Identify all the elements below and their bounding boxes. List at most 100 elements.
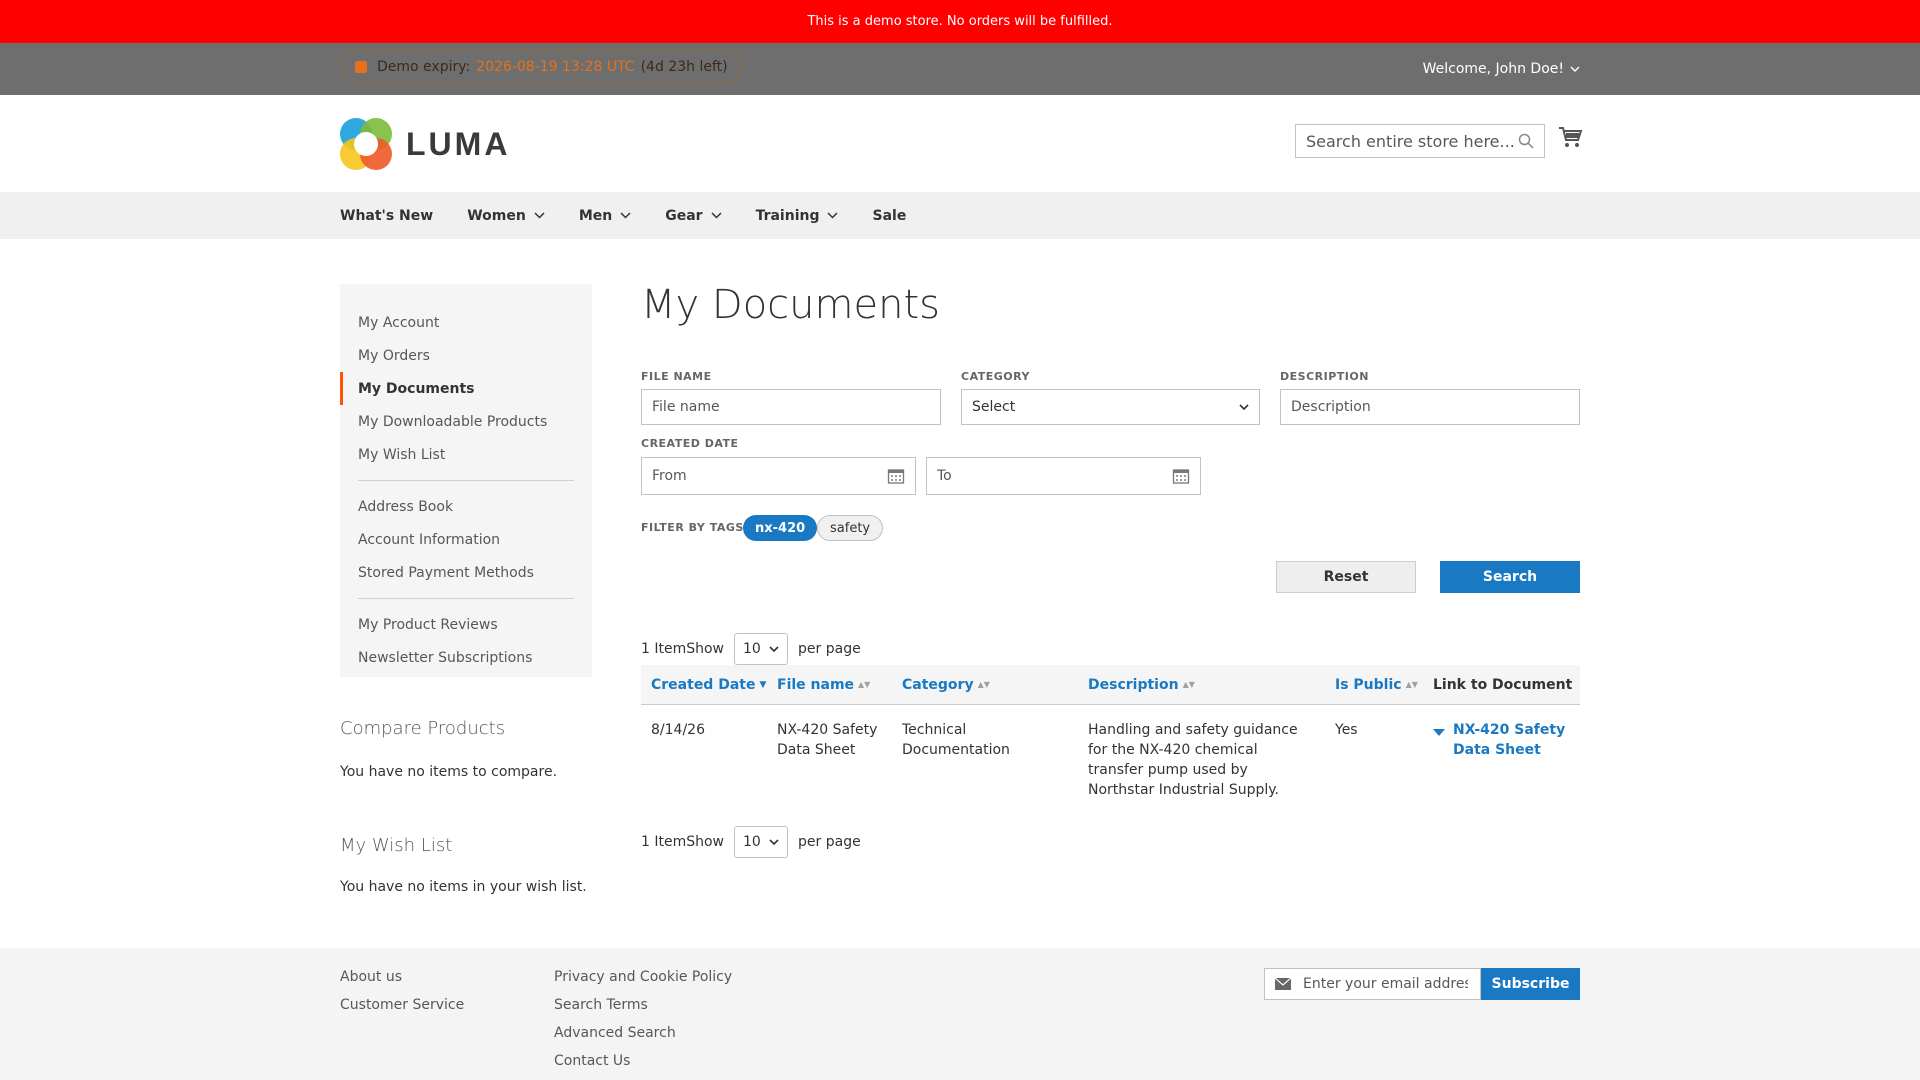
footer-link-contact-us[interactable]: Contact Us [554,1053,630,1069]
tag-nx-420[interactable]: nx-420 [743,515,818,541]
site-header: LUMA [0,95,1920,192]
column-header-is-public[interactable]: Is Public ▲▼ [1325,677,1423,693]
file-name-input[interactable] [652,399,930,415]
column-header-file-name[interactable]: File name ▲▼ [767,677,892,693]
expiry-square-icon [355,61,367,73]
date-from-input[interactable] [652,468,887,484]
luma-logo-icon [340,118,392,170]
table-body: 8/14/26 NX-420 Safety Data Sheet Technical… [641,705,1580,800]
description-label: DESCRIPTION [1280,370,1369,383]
cell-created-date: 8/14/26 [651,722,705,738]
sort-icon: ▲▼ [858,680,871,689]
tag-safety[interactable]: safety [817,515,884,541]
column-header-category[interactable]: Category ▲▼ [892,677,1078,693]
sidebar-item-newsletter-subscriptions[interactable]: Newsletter Subscriptions [340,641,592,674]
document-link[interactable]: NX-420 Safety Data Sheet [1433,720,1570,760]
toolbar-top: 1 ItemShow 10 per page [641,633,861,665]
logo[interactable]: LUMA [340,118,510,170]
limiter-select[interactable]: 10 [734,826,789,858]
search-input[interactable] [1306,131,1518,151]
column-header-label: Is Public [1335,676,1402,693]
sidebar-item-my-downloadable-products[interactable]: My Downloadable Products [340,405,592,438]
sort-icon: ▲▼ [1405,680,1418,689]
filter-tags-label: FILTER BY TAGS: [641,521,749,534]
toolbar-per-page: per page [798,834,861,850]
sidebar-item-my-orders[interactable]: My Orders [340,339,592,372]
sidebar-item-my-product-reviews[interactable]: My Product Reviews [340,608,592,641]
limiter-value: 10 [743,834,761,850]
expiry-remaining: (4d 23h left) [640,59,728,75]
nav-item-label: Training [755,207,820,224]
newsletter-email-input[interactable] [1303,976,1468,992]
expiry-label: Demo expiry: [377,59,471,75]
search-icon[interactable] [1518,133,1534,149]
description-field [1280,389,1580,425]
footer-link-search-terms[interactable]: Search Terms [554,997,648,1013]
nav-item-label: Women [467,207,526,224]
nav-item-men[interactable]: Men [579,208,631,224]
sidebar-item-my-documents: My Documents [340,372,592,405]
footer-link-advanced-search[interactable]: Advanced Search [554,1025,676,1041]
sidebar-item-address-book[interactable]: Address Book [340,490,592,523]
wishlist-block-text: You have no items in your wish list. [340,879,587,895]
nav-item-gear[interactable]: Gear [665,208,722,224]
table-header: Created Date ▼ File name ▲▼ Category ▲▼ Descri… [641,665,1580,705]
sort-icon: ▲▼ [977,680,990,689]
nav-item-what-s-new[interactable]: What's New [340,208,433,224]
footer [0,948,1920,1080]
date-from-field [641,457,916,495]
search-box [1295,124,1545,158]
nav-item-women[interactable]: Women [467,208,545,224]
logo-text: LUMA [406,125,511,162]
customer-menu-toggle[interactable]: Welcome, John Doe! [1423,43,1580,95]
sidebar-item-my-account[interactable]: My Account [340,306,592,339]
calendar-icon[interactable] [887,467,905,485]
nav-item-sale[interactable]: Sale [872,208,906,224]
nav-item-label: Men [578,207,613,224]
toolbar-per-page: per page [798,641,861,657]
column-header-label: Link to Document [1433,676,1573,693]
newsletter-field [1264,968,1481,1000]
toolbar-count: 1 ItemShow [641,834,725,850]
nav-item-training[interactable]: Training [756,208,839,224]
limiter-select[interactable]: 10 [734,633,789,665]
compare-products-text: You have no items to compare. [340,764,558,780]
calendar-icon[interactable] [1172,467,1190,485]
column-header-label: File name [777,676,855,693]
subscribe-button[interactable]: Subscribe [1481,968,1580,1000]
expiry-date: 2026-08-19 13:28 UTC [476,59,635,75]
description-input[interactable] [1291,399,1569,415]
reset-button[interactable]: Reset [1276,561,1416,593]
chevron-down-icon [1239,404,1249,410]
panel-header: Demo expiry: 2026-08-19 13:28 UTC (4d 23… [0,43,1920,95]
date-to-input[interactable] [937,468,1172,484]
sidebar-item-account-information[interactable]: Account Information [340,523,592,556]
column-header-created-date[interactable]: Created Date ▼ [641,677,767,693]
compare-products-title: Compare Products [340,718,506,739]
cell-description: Handling and safety guidance for the NX-… [1088,722,1298,798]
column-header-description[interactable]: Description ▲▼ [1078,677,1325,693]
cart-icon[interactable] [1557,124,1583,150]
chevron-down-icon [769,839,779,845]
sidebar-item-stored-payment-methods[interactable]: Stored Payment Methods [340,556,592,589]
search-button[interactable]: Search [1440,561,1580,593]
footer-link-about-us[interactable]: About us [340,969,402,985]
demo-expiry-badge: Demo expiry: 2026-08-19 13:28 UTC (4d 23… [340,51,743,83]
main-navigation: What's New Women Men Gear Training Sale [0,192,1920,239]
sort-desc-icon: ▼ [759,679,767,690]
category-label: CATEGORY [961,370,1030,383]
column-header-link-to-document: Link to Document [1423,677,1580,693]
table-row: 8/14/26 NX-420 Safety Data Sheet Technical… [641,705,1580,800]
account-sidebar: My Account My Orders My Documents My Downlo… [340,284,592,677]
sidebar-item-my-wish-list[interactable]: My Wish List [340,438,592,471]
chevron-down-icon [827,212,839,219]
nav-item-label: Sale [872,207,907,224]
category-select[interactable]: Select [961,389,1260,425]
created-date-label: CREATED DATE [641,437,739,450]
footer-link-privacy[interactable]: Privacy and Cookie Policy [554,969,732,985]
footer-link-customer-service[interactable]: Customer Service [340,997,464,1013]
column-header-label: Created Date [651,676,756,693]
download-arrow-icon [1433,729,1445,736]
limiter-value: 10 [743,641,761,657]
demo-notice: This is a demo store. No orders will be … [0,0,1920,43]
